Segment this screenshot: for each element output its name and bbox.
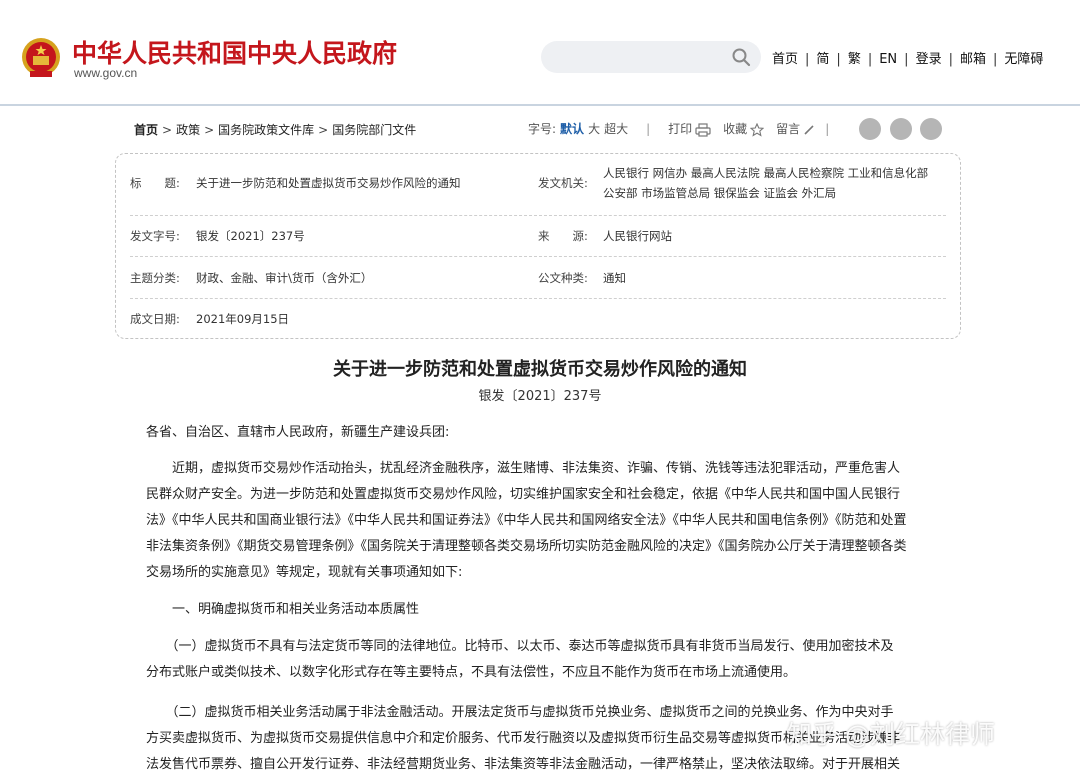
doctype-value: 通知 bbox=[603, 271, 626, 285]
search-input[interactable] bbox=[541, 41, 761, 73]
metadata-row: 主题分类: 财政、金融、审计\货币（含外汇） 公文种类: 通知 bbox=[130, 257, 946, 299]
paragraph-line: 法发售代币票券、擅自公开发行证券、非法经营期货业务、非法集资等非法金融活动，一律… bbox=[146, 757, 901, 772]
printer-icon bbox=[695, 122, 711, 137]
section-heading: 一、明确虚拟货币和相关业务活动本质属性 bbox=[146, 597, 941, 623]
breadcrumb-separator: > bbox=[162, 123, 173, 137]
nav-mail[interactable]: 邮箱 bbox=[960, 52, 986, 67]
favorite-button[interactable]: 收藏 bbox=[723, 120, 765, 137]
docno-label: 发文字号: bbox=[130, 229, 180, 243]
date-value: 2021年09月15日 bbox=[196, 312, 290, 326]
nav-english[interactable]: EN bbox=[879, 52, 897, 67]
issuer-value-line1: 人民银行 网信办 最高人民法院 最高人民检察院 工业和信息化部 bbox=[603, 166, 929, 180]
document-title: 关于进一步防范和处置虚拟货币交易炒作风险的通知 bbox=[333, 359, 747, 380]
comment-label: 留言 bbox=[776, 122, 801, 136]
article-toolbar: 字号: 默认 大 超大 | 打印 收藏 留言 | bbox=[528, 120, 839, 137]
breadcrumb-separator: > bbox=[204, 123, 215, 137]
star-icon bbox=[750, 122, 765, 137]
document-salutation: 各省、自治区、直辖市人民政府，新疆生产建设兵团: bbox=[146, 420, 941, 446]
title-value: 关于进一步防范和处置虚拟货币交易炒作风险的通知 bbox=[196, 176, 461, 190]
issuer-value-line2: 公安部 市场监管总局 银保监会 证监会 外汇局 bbox=[603, 186, 837, 200]
toolbar-divider: | bbox=[646, 121, 651, 136]
paragraph-line: 交易场所的实施意见》等规定，现就有关事项通知如下: bbox=[146, 565, 463, 580]
font-size-xlarge[interactable]: 超大 bbox=[604, 120, 628, 137]
nav-login[interactable]: 登录 bbox=[916, 52, 942, 67]
metadata-row: 标 题: 关于进一步防范和处置虚拟货币交易炒作风险的通知 发文机关: 人民银行 … bbox=[130, 154, 946, 216]
metadata-row: 发文字号: 银发〔2021〕237号 来 源: 人民银行网站 bbox=[130, 216, 946, 257]
salutation-line: 各省、自治区、直辖市人民政府，新疆生产建设兵团: bbox=[146, 425, 450, 440]
nav-accessibility[interactable]: 无障碍 bbox=[1004, 52, 1043, 67]
topic-value: 财政、金融、审计\货币（含外汇） bbox=[196, 271, 373, 285]
nav-divider: | bbox=[867, 52, 873, 67]
favorite-label: 收藏 bbox=[723, 122, 748, 136]
breadcrumb-separator: > bbox=[318, 123, 329, 137]
breadcrumb: 首页 > 政策 > 国务院政策文件库 > 国务院部门文件 bbox=[134, 121, 416, 138]
heading-line: 一、明确虚拟货币和相关业务活动本质属性 bbox=[146, 602, 420, 617]
metadata-row: 成文日期: 2021年09月15日 bbox=[130, 299, 946, 337]
nav-home[interactable]: 首页 bbox=[772, 52, 798, 67]
breadcrumb-home[interactable]: 首页 bbox=[134, 123, 158, 137]
font-size-label: 字号: bbox=[528, 122, 557, 136]
paragraph-line: 民群众财产安全。为进一步防范和处置虚拟货币交易炒作风险，切实维护国家安全和社会稳… bbox=[146, 487, 901, 502]
date-label: 成文日期: bbox=[130, 312, 180, 326]
paragraph-line: （一）虚拟货币不具有与法定货币等同的法律地位。比特币、以太币、泰达币等虚拟货币具… bbox=[146, 639, 894, 654]
nav-divider: | bbox=[805, 52, 810, 67]
paragraph-line: 分布式账户或类似技术、以数字化形式存在等主要特点，不具有法偿性，不应且不能作为货… bbox=[146, 665, 797, 680]
nav-divider: | bbox=[836, 52, 841, 67]
docno-value: 银发〔2021〕237号 bbox=[196, 229, 305, 243]
issuer-label: 发文机关: bbox=[538, 176, 588, 190]
national-emblem-icon[interactable] bbox=[20, 36, 62, 80]
weibo-share-icon[interactable] bbox=[859, 118, 881, 140]
paragraph-line: 近期，虚拟货币交易炒作活动抬头，扰乱经济金融秩序，滋生赌博、非法集资、诈骗、传销… bbox=[146, 461, 901, 476]
paragraph-line: 法》《中华人民共和国商业银行法》《中华人民共和国证券法》《中华人民共和国网络安全… bbox=[146, 513, 907, 528]
topic-label: 主题分类: bbox=[130, 271, 180, 285]
nav-traditional[interactable]: 繁 bbox=[848, 52, 861, 67]
wechat-share-icon[interactable] bbox=[890, 118, 912, 140]
source-watermark: 知乎 @刘红林律师 bbox=[787, 720, 995, 749]
comment-button[interactable]: 留言 bbox=[776, 120, 815, 137]
site-url: www.gov.cn bbox=[74, 66, 138, 80]
site-title[interactable]: 中华人民共和国中央人民政府 bbox=[72, 34, 397, 70]
document-metadata-table: 标 题: 关于进一步防范和处置虚拟货币交易炒作风险的通知 发文机关: 人民银行 … bbox=[115, 153, 961, 339]
top-navigation: 首页 | 简 | 繁 | EN | 登录 | 邮箱 | 无障碍 bbox=[772, 48, 1043, 67]
breadcrumb-department-docs[interactable]: 国务院部门文件 bbox=[332, 123, 416, 137]
site-header: 中华人民共和国中央人民政府 www.gov.cn 首页 | 简 | 繁 | EN | 登录 | 邮箱… bbox=[0, 0, 1080, 106]
pencil-icon bbox=[804, 124, 814, 135]
font-size-default[interactable]: 默认 bbox=[560, 120, 584, 137]
nav-simplified[interactable]: 简 bbox=[816, 52, 829, 67]
breadcrumb-policy-library[interactable]: 国务院政策文件库 bbox=[218, 123, 314, 137]
paragraph-line: 非法集资条例》《期货交易管理条例》《国务院关于清理整顿各类交易场所切实防范金融风… bbox=[146, 539, 907, 554]
breadcrumb-policy[interactable]: 政策 bbox=[176, 123, 200, 137]
source-label: 来 源: bbox=[538, 229, 588, 243]
document-paragraph: 近期，虚拟货币交易炒作活动抬头，扰乱经济金融秩序，滋生赌博、非法集资、诈骗、传销… bbox=[146, 456, 941, 586]
nav-divider: | bbox=[904, 52, 909, 67]
document-number: 银发〔2021〕237号 bbox=[478, 389, 602, 404]
font-size-large[interactable]: 大 bbox=[588, 120, 600, 137]
doctype-label: 公文种类: bbox=[538, 271, 588, 285]
print-label: 打印 bbox=[668, 122, 693, 136]
document-paragraph: （一）虚拟货币不具有与法定货币等同的法律地位。比特币、以太币、泰达币等虚拟货币具… bbox=[146, 634, 941, 686]
search-icon[interactable] bbox=[731, 47, 751, 67]
favorite-share-icon[interactable] bbox=[920, 118, 942, 140]
nav-divider: | bbox=[948, 52, 953, 67]
title-label: 标 题: bbox=[130, 176, 180, 190]
toolbar-divider: | bbox=[825, 121, 830, 136]
source-value: 人民银行网站 bbox=[603, 229, 672, 243]
print-button[interactable]: 打印 bbox=[668, 120, 711, 137]
nav-divider: | bbox=[992, 52, 998, 67]
